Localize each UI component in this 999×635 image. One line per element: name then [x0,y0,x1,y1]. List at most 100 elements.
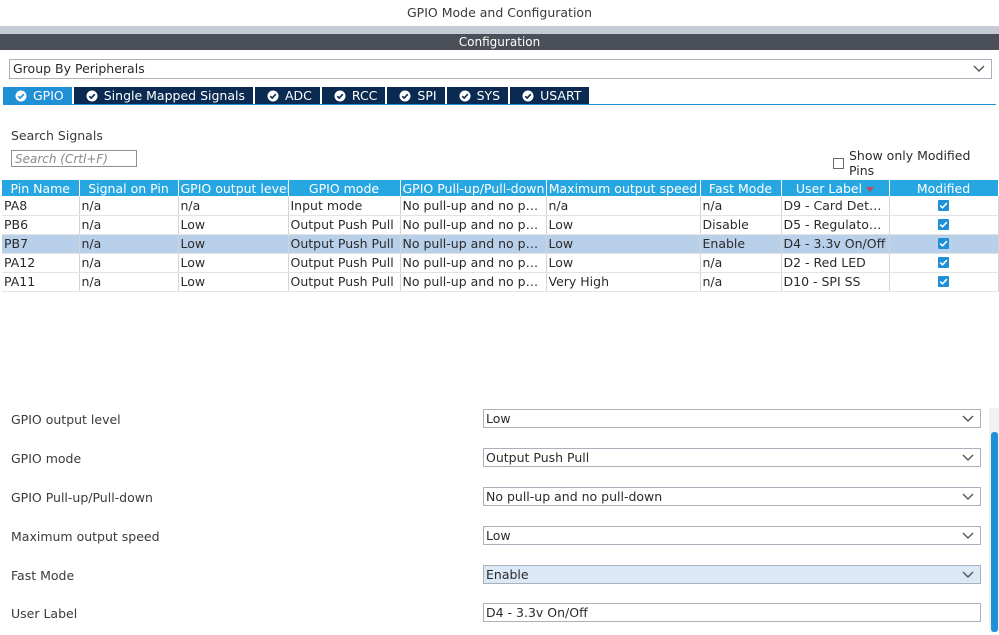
cell-pull: No pull-up and no pull-down [400,253,547,273]
cell-modified [889,253,999,273]
gpio-mode-select[interactable]: Output Push Pull [483,448,981,467]
title-divider [0,26,999,34]
tab-label: SYS [476,88,501,103]
cell-pin-name: PA11 [2,272,80,292]
group-by-select[interactable]: Group By Peripherals [9,59,992,79]
check-circle-icon [15,90,27,102]
chevron-down-icon [962,566,976,584]
cell-modified [889,234,999,254]
cell-pin-name: PA8 [2,196,80,216]
window-title: GPIO Mode and Configuration [0,0,999,26]
user-label-input[interactable] [483,603,981,622]
cell-pin-name: PB6 [2,215,80,235]
show-modified-checkbox[interactable] [833,157,844,169]
tab-underline [3,104,996,105]
col-header-output-level[interactable]: GPIO output level [178,180,289,196]
cell-fast-mode: n/a [700,272,782,292]
tab-rcc[interactable]: RCC [321,87,386,104]
modified-checkbox[interactable] [938,238,949,249]
table-row[interactable]: PB6 n/a Low Output Push Pull No pull-up … [2,215,999,235]
cell-gpio-mode: Output Push Pull [288,253,401,273]
cell-speed: n/a [546,196,701,216]
property-row-fast-mode: Fast Mode Enable [2,565,989,587]
cell-user-label: D9 - Card Detect [781,196,890,216]
properties-scrollbar-thumb[interactable] [991,432,998,632]
fast-mode-select[interactable]: Enable [483,565,981,584]
cell-output-level: Low [178,253,289,273]
cell-pull: No pull-up and no pull-down [400,272,547,292]
table-row[interactable]: PA12 n/a Low Output Push Pull No pull-up… [2,253,999,273]
check-circle-icon [399,90,411,102]
property-row-speed: Maximum output speed Low [2,526,989,548]
tab-spi[interactable]: SPI [387,87,445,104]
col-header-fast-mode[interactable]: Fast Mode [700,180,782,196]
cell-speed: Low [546,215,701,235]
cell-modified [889,215,999,235]
tab-label: ADC [284,88,312,103]
cell-gpio-mode: Output Push Pull [288,234,401,254]
table-header-row: Pin Name Signal on Pin GPIO output level… [2,180,999,196]
cell-speed: Low [546,234,701,254]
show-modified-label: Show only Modified Pins [848,148,971,178]
tab-gpio[interactable]: GPIO [3,87,72,104]
check-circle-icon [459,90,471,102]
chevron-down-icon [962,488,976,506]
cell-fast-mode: n/a [700,196,782,216]
cell-output-level: n/a [178,196,289,216]
col-header-signal[interactable]: Signal on Pin [79,180,179,196]
pin-table: Pin Name Signal on Pin GPIO output level… [2,180,999,292]
speed-value: Low [486,528,511,543]
output-level-select[interactable]: Low [483,409,981,428]
cell-speed: Low [546,253,701,273]
col-header-modified[interactable]: Modified [889,180,999,196]
modified-checkbox[interactable] [938,199,949,211]
table-row[interactable]: PA11 n/a Low Output Push Pull No pull-up… [2,272,999,292]
chevron-down-icon [962,527,976,545]
cell-modified [889,196,999,216]
fast-mode-value: Enable [486,567,529,582]
search-input[interactable] [11,150,137,167]
chevron-down-icon [962,449,976,467]
show-modified-toggle[interactable]: Show only Modified Pins [833,148,999,178]
col-header-speed[interactable]: Maximum output speed [546,180,701,196]
tab-label: GPIO [33,88,64,103]
check-circle-icon [334,90,346,102]
col-header-gpio-mode[interactable]: GPIO mode [288,180,401,196]
col-header-pull[interactable]: GPIO Pull-up/Pull-down [400,180,547,196]
property-row-pull: GPIO Pull-up/Pull-down No pull-up and no… [2,487,989,509]
user-label-label: User Label [11,606,78,621]
cell-user-label: D4 - 3.3v On/Off [781,234,890,254]
group-by-value: Group By Peripherals [13,61,145,76]
tab-label: RCC [351,88,378,103]
table-row-selected[interactable]: PB7 n/a Low Output Push Pull No pull-up … [2,234,999,254]
tab-single-mapped-signals[interactable]: Single Mapped Signals [73,87,253,104]
chevron-down-icon [973,60,987,78]
pull-value: No pull-up and no pull-down [486,489,663,504]
pull-label: GPIO Pull-up/Pull-down [11,490,153,505]
table-row[interactable]: PA8 n/a n/a Input mode No pull-up and no… [2,196,999,216]
tab-adc[interactable]: ADC [254,87,320,104]
modified-checkbox[interactable] [938,276,949,287]
output-level-label: GPIO output level [11,412,121,427]
cell-modified [889,272,999,292]
col-header-pin-name[interactable]: Pin Name [2,180,80,196]
configuration-header: Configuration [0,34,999,50]
property-row-user-label: User Label [2,603,989,625]
fast-mode-label: Fast Mode [11,568,75,583]
modified-checkbox[interactable] [938,257,949,268]
peripheral-tabs: GPIO Single Mapped Signals ADC RCC SPI S… [3,87,591,104]
cell-pull: No pull-up and no pull-down [400,234,547,254]
pull-select[interactable]: No pull-up and no pull-down [483,487,981,506]
speed-label: Maximum output speed [11,529,160,544]
user-label-header-text: User Label [795,180,863,196]
check-circle-icon [86,90,98,102]
cell-signal: n/a [79,272,179,292]
modified-checkbox[interactable] [938,219,949,230]
chevron-down-icon [962,410,976,428]
col-header-user-label[interactable]: User Label [781,180,890,196]
tab-sys[interactable]: SYS [446,87,509,104]
speed-select[interactable]: Low [483,526,981,545]
sort-desc-icon [866,186,875,192]
tab-usart[interactable]: USART [510,87,590,104]
cell-output-level: Low [178,272,289,292]
